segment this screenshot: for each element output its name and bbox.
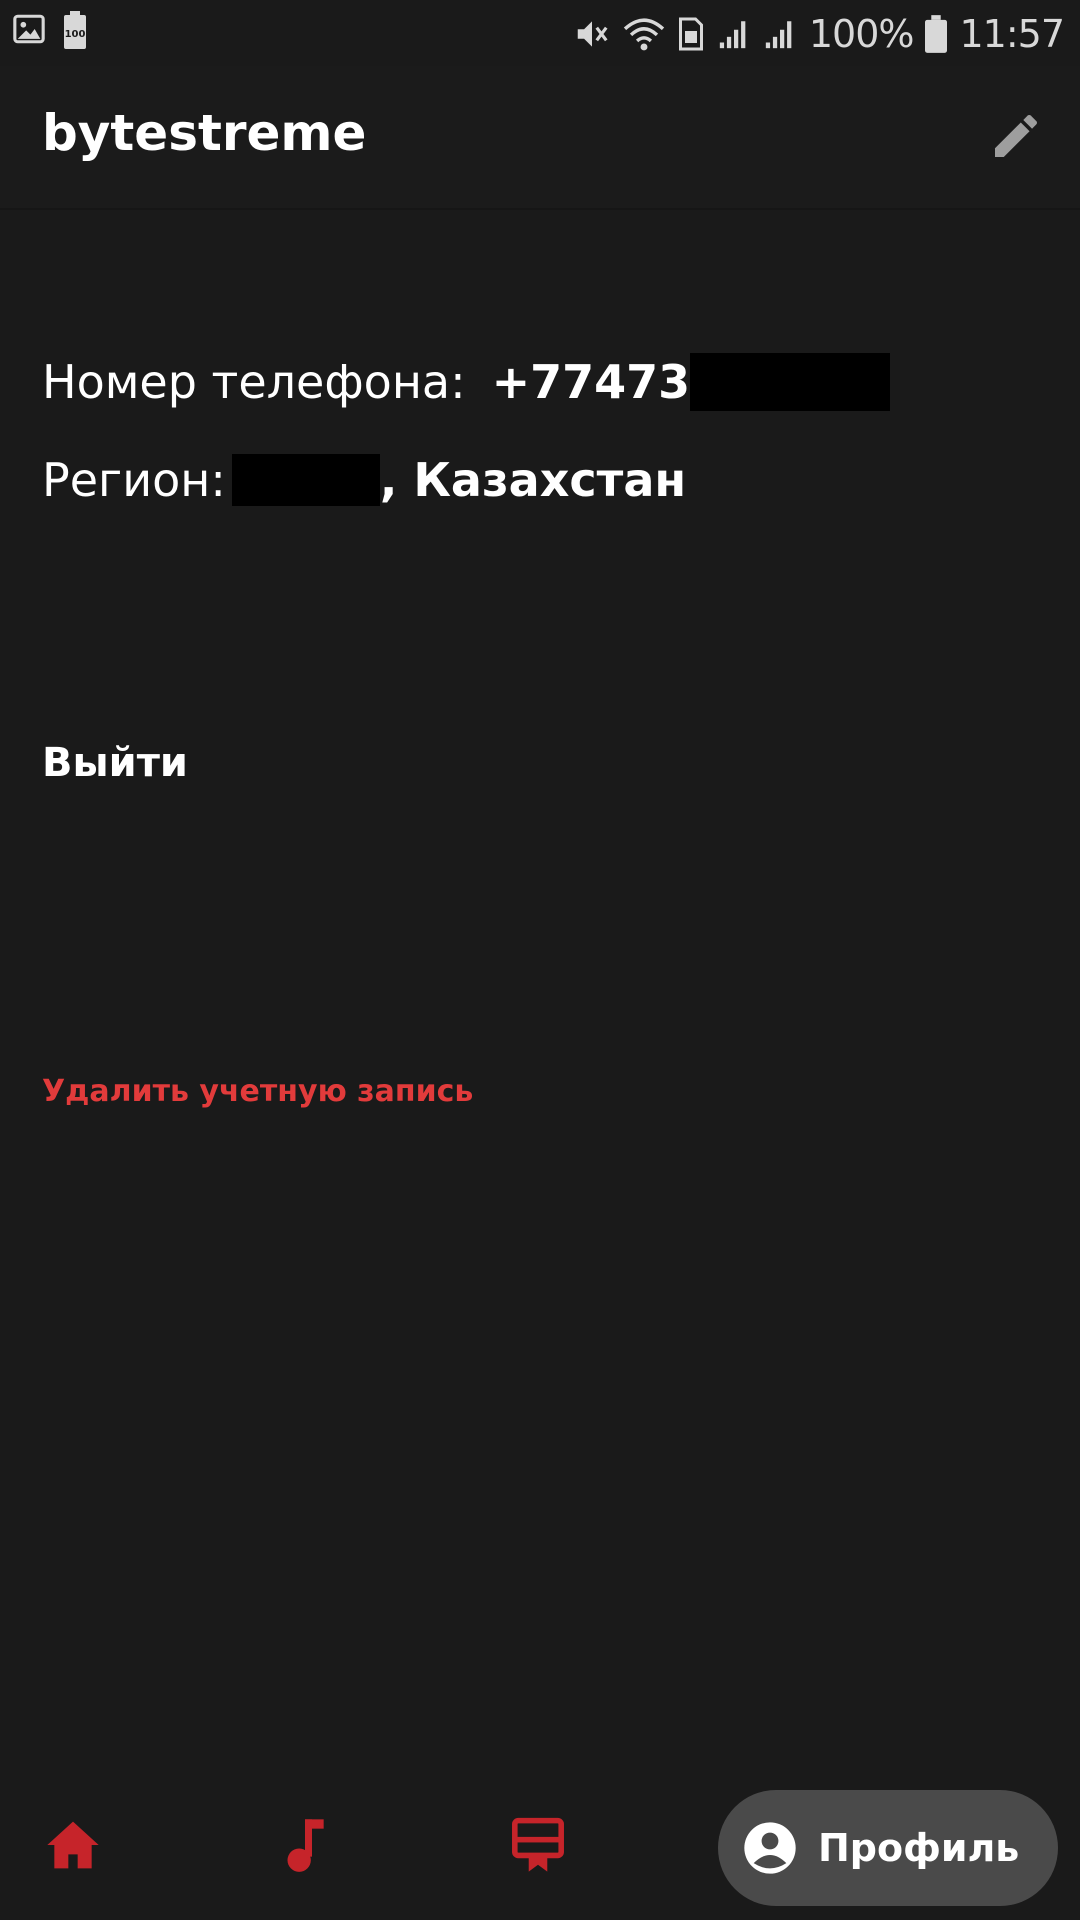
mute-icon: [573, 15, 611, 53]
lessons-icon: [512, 1817, 564, 1872]
clock: 11:57: [959, 12, 1065, 56]
redaction-bar: [690, 353, 891, 411]
wifi-icon: [623, 15, 665, 53]
signal-icon: [763, 17, 797, 51]
phone-label: Номер телефона:: [42, 355, 466, 409]
logout-button[interactable]: Выйти: [42, 740, 188, 786]
app-header: bytestreme: [0, 66, 1080, 210]
region-label: Регион:: [42, 453, 226, 507]
delete-account-button[interactable]: Удалить учетную запись: [42, 1074, 473, 1109]
battery-saver-icon: 100: [62, 10, 88, 54]
nav-lessons[interactable]: [503, 1810, 573, 1880]
page-title: bytestreme: [42, 104, 367, 162]
region-row: Регион: , Казахстан: [42, 450, 686, 510]
gallery-icon: [12, 12, 46, 50]
redaction-bar: [231, 454, 380, 506]
edit-pencil-icon[interactable]: [988, 108, 1044, 164]
home-icon: [47, 1821, 99, 1869]
status-bar: 100 100% 11:57: [0, 0, 1080, 66]
sim-icon: [677, 16, 705, 52]
region-value: , Казахстан: [379, 453, 687, 507]
nav-profile-label: Профиль: [818, 1826, 1020, 1870]
battery-icon: [925, 15, 948, 53]
battery-percent: 100%: [808, 12, 915, 56]
battery-badge: 100: [65, 29, 86, 40]
signal-icon: [717, 17, 751, 51]
phone-value: +77473: [491, 355, 691, 409]
profile-icon: [742, 1820, 798, 1876]
nav-home[interactable]: [38, 1810, 108, 1880]
bottom-nav: Профиль: [0, 1770, 1080, 1920]
nav-music[interactable]: [270, 1810, 340, 1880]
music-note-icon: [287, 1819, 324, 1872]
nav-profile-active[interactable]: Профиль: [718, 1790, 1058, 1906]
phone-row: Номер телефона: +77473: [42, 352, 891, 412]
